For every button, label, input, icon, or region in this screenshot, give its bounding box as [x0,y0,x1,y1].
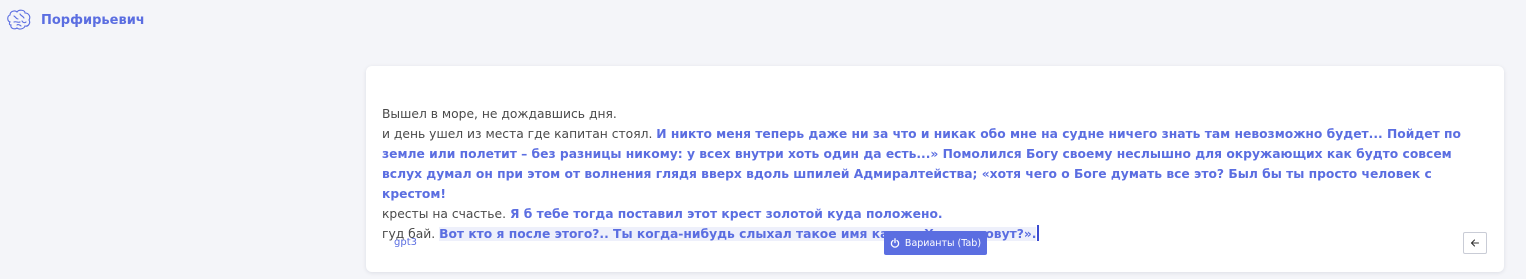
editor-card: Вышел в море, не дождавшись дня. и день … [366,66,1504,272]
editor-line: кресты на счастье. Я б тебе тогда постав… [382,204,1490,224]
editor-line: Вышел в море, не дождавшись дня. [382,104,1490,124]
editor-line: и день ушел из места где капитан стоял. … [382,124,1490,204]
back-button[interactable] [1463,232,1487,254]
app-header: Порфирьевич [6,8,145,32]
generated-text: Я б тебе тогда поставил этот крест золот… [509,207,943,221]
app-title[interactable]: Порфирьевич [41,13,145,28]
power-icon [890,238,900,248]
user-text: кресты на счастье. [382,207,507,221]
text-editor[interactable]: Вышел в море, не дождавшись дня. и день … [382,104,1490,244]
variants-button[interactable]: Варианты (Tab) [884,231,987,255]
user-text: Вышел в море, не дождавшись дня. [382,107,617,121]
arrow-left-icon [1470,239,1480,247]
user-text: и день ушел из места где капитан стоял. [382,127,653,141]
model-label: gpt3 [394,237,417,248]
variants-button-label: Варианты (Tab) [904,237,982,249]
brain-icon[interactable] [6,9,32,31]
text-caret [1037,225,1040,241]
